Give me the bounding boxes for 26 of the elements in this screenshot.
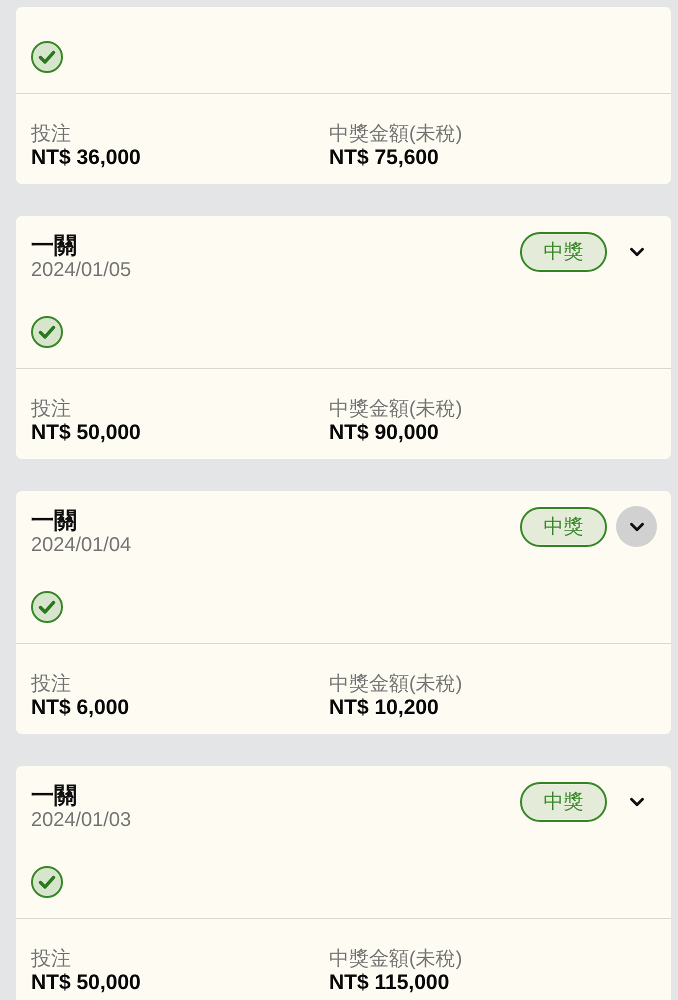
bet-title: 一關 bbox=[31, 232, 78, 258]
bet-date: 2024/01/03 bbox=[31, 808, 132, 832]
field-value: NT$ 10,200 bbox=[329, 696, 439, 720]
status-badge: 中獎 bbox=[520, 782, 607, 822]
field-label: 中獎金額(未稅) bbox=[329, 947, 462, 971]
status-badge: 中獎 bbox=[520, 232, 607, 272]
field-value: NT$ 6,000 bbox=[31, 696, 130, 720]
field-label: 投注 bbox=[31, 672, 71, 696]
field-label: 投注 bbox=[31, 122, 71, 146]
field-value: NT$ 50,000 bbox=[31, 421, 141, 445]
bet-date: 2024/01/04 bbox=[31, 533, 132, 557]
field-value: NT$ 50,000 bbox=[31, 971, 141, 995]
bet-date: 2024/01/05 bbox=[31, 258, 132, 282]
field-value: NT$ 75,600 bbox=[329, 146, 439, 170]
field-label: 投注 bbox=[31, 397, 71, 421]
field-value: NT$ 90,000 bbox=[329, 421, 439, 445]
bet-title: 一關 bbox=[31, 782, 78, 808]
field-value: NT$ 36,000 bbox=[31, 146, 141, 170]
expand-button[interactable] bbox=[616, 506, 657, 547]
field-label: 投注 bbox=[31, 947, 71, 971]
field-label: 中獎金額(未稅) bbox=[329, 122, 462, 146]
field-label: 中獎金額(未稅) bbox=[329, 397, 462, 421]
bet-title: 一關 bbox=[31, 507, 78, 533]
status-badge: 中獎 bbox=[520, 506, 607, 546]
field-label: 中獎金額(未稅) bbox=[329, 672, 462, 696]
field-value: NT$ 115,000 bbox=[329, 971, 450, 995]
